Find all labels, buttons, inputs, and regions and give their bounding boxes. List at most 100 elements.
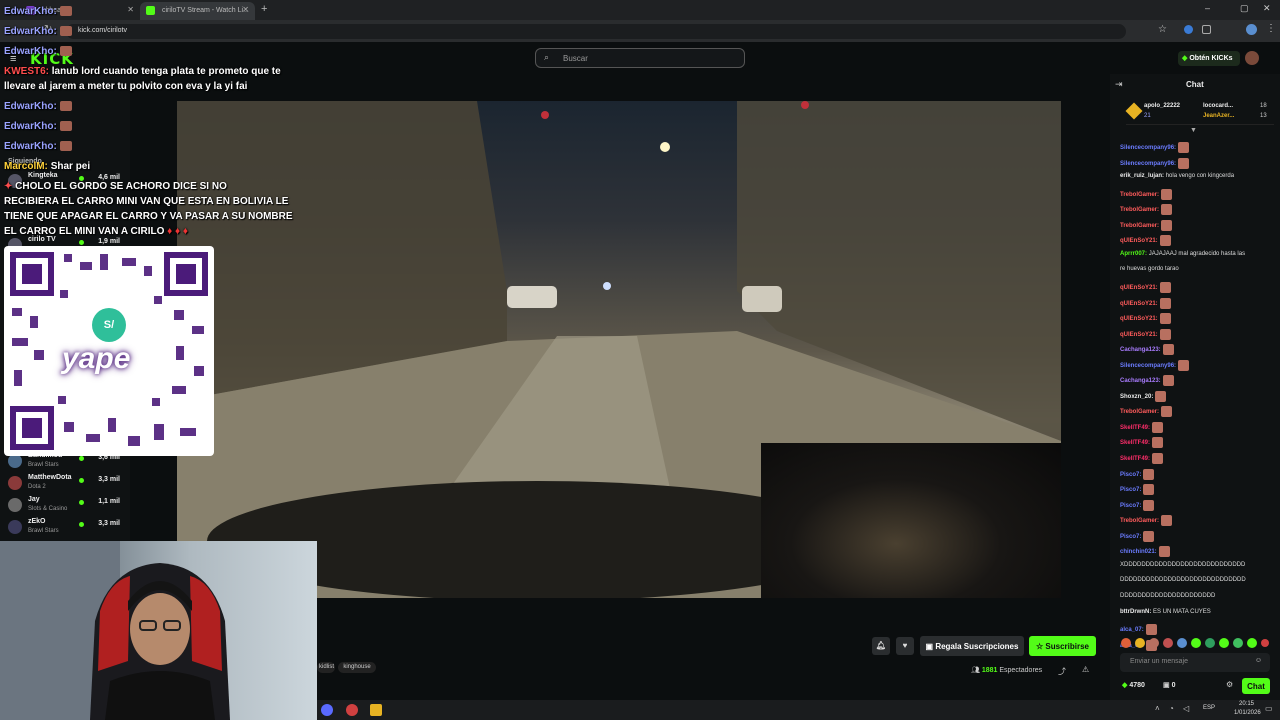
avatar	[8, 454, 22, 468]
chat-username[interactable]: SkellTF49:	[1120, 441, 1150, 447]
obs-taskbar-icon[interactable]	[346, 704, 358, 716]
chat-message: TrebolGamer:	[1120, 219, 1173, 231]
folder-taskbar-icon[interactable]	[370, 704, 382, 716]
chat-message: Cachanga123:	[1120, 344, 1174, 356]
channel-points[interactable]: ▣ 0	[1163, 681, 1175, 689]
sidebar-channel[interactable]: Jay Slots & Casino 1,1 mil	[8, 496, 128, 516]
kicks-balance[interactable]: ◆ 4780	[1122, 681, 1145, 689]
subscribe-button[interactable]: ☆ Suscribirse	[1029, 636, 1096, 656]
chat-username[interactable]: TrebolGamer:	[1120, 207, 1159, 213]
chat-settings-gear-icon[interactable]: ⚙	[1226, 680, 1233, 689]
send-chat-button[interactable]: Chat	[1242, 678, 1270, 694]
overlay-chat-line: KWEST6: lanub lord cuando tenga plata te…	[4, 66, 281, 77]
maximize-icon[interactable]: ▢	[1240, 3, 1249, 14]
volume-icon[interactable]: ◁	[1183, 704, 1189, 713]
chat-username[interactable]: SkellTF49:	[1120, 456, 1150, 462]
chat-username[interactable]: bttrDrwnN:	[1120, 609, 1151, 615]
viewer-count: 3,3 mil	[98, 476, 120, 483]
overlay-chat-line: EdwarKho:	[4, 46, 72, 57]
chat-username[interactable]: Silencecompany96:	[1120, 161, 1176, 167]
emote-icon	[1143, 499, 1155, 511]
chat-username[interactable]: TrebolGamer:	[1120, 409, 1159, 415]
chat-message: SkellTF49:	[1120, 421, 1164, 433]
window-close-icon[interactable]: ✕	[1263, 3, 1271, 14]
report-icon[interactable]: ⚠	[1082, 665, 1089, 674]
chat-message: Aprrr007: JAJAJAAJ mal agradecido hasta …	[1120, 251, 1245, 257]
follow-heart-button[interactable]: ♥	[896, 637, 914, 655]
overlay-chat-line: EL CARRO EL MINI VAN A CIRILO ♦ ♦ ♦	[4, 226, 189, 237]
chat-username[interactable]: qUIEnSoY21:	[1120, 332, 1158, 338]
share-icon[interactable]: ⤴	[1058, 666, 1066, 677]
chat-message: qUIEnSoY21:	[1120, 297, 1171, 309]
chat-username[interactable]: qUIEnSoY21:	[1120, 316, 1158, 322]
stream-tag[interactable]: kinghouse	[338, 662, 376, 673]
live-dot	[79, 500, 84, 505]
emote-bar[interactable]	[1120, 636, 1270, 648]
live-dot	[79, 522, 84, 527]
chat-username[interactable]: TrebolGamer:	[1120, 192, 1159, 198]
profile-avatar[interactable]	[1246, 24, 1257, 35]
stream-tag[interactable]: kidlist	[317, 662, 335, 673]
close-icon[interactable]: ✕	[242, 5, 249, 14]
sidebar-channel[interactable]: zEkO Brawl Stars 3,3 mil	[8, 518, 128, 538]
chat-message: TrebolGamer:	[1120, 406, 1173, 418]
chat-username[interactable]: TrebolGamer:	[1120, 223, 1159, 229]
chat-username[interactable]: alca_07:	[1120, 627, 1144, 633]
chat-username[interactable]: Shoxzn_20:	[1120, 394, 1153, 400]
chat-username[interactable]: qUIEnSoY21:	[1120, 285, 1158, 291]
input-language[interactable]: ESP	[1203, 705, 1215, 711]
url-field[interactable]: kick.com/cirilotv	[66, 24, 1126, 39]
chat-message-input[interactable]: Enviar un mensaje ☺	[1120, 653, 1270, 672]
bookmark-star-icon[interactable]: ☆	[1158, 24, 1167, 35]
chat-message: qUIEnSoY21:	[1120, 235, 1171, 247]
overlay-chat-line: EdwarKho:	[4, 101, 72, 112]
user-avatar[interactable]	[1245, 51, 1259, 65]
chat-username[interactable]: Silencecompany96:	[1120, 363, 1176, 369]
chat-username[interactable]: erik_ruiz_lujan:	[1120, 173, 1164, 179]
chat-text: DDDDDDDDDDDDDDDDDDDDDD	[1120, 592, 1216, 599]
emote-icon	[1161, 204, 1173, 216]
chat-message: Pisco7:	[1120, 530, 1155, 542]
sidebar-channel[interactable]: MatthewDota Dota 2 3,3 mil	[8, 474, 128, 494]
chat-text: DDDDDDDDDDDDDDDDDDDDDDDDDDDDD	[1120, 577, 1246, 584]
streamer-webcam	[0, 541, 317, 720]
wifi-icon[interactable]: ◔	[1169, 704, 1174, 713]
chat-username[interactable]: Aprrr007:	[1120, 251, 1147, 257]
emoji-icon[interactable]: ☺	[1255, 657, 1262, 664]
chat-message: qUIEnSoY21:	[1120, 281, 1171, 293]
chat-username[interactable]: Cachanga123:	[1120, 378, 1161, 384]
chat-username[interactable]: Pisco7:	[1120, 503, 1141, 509]
chat-username[interactable]: SkellTF49:	[1120, 425, 1150, 431]
chat-message: SkellTF49:	[1120, 437, 1164, 449]
chat-username[interactable]: Pisco7:	[1120, 472, 1141, 478]
tray-arrow-icon[interactable]: ˄	[1155, 704, 1160, 713]
get-kicks-button[interactable]: ◆ Obtén KICKs	[1178, 51, 1240, 66]
chat-username[interactable]: chinchin021:	[1120, 549, 1157, 555]
collapse-chat-icon[interactable]: ⇥	[1115, 79, 1123, 90]
browser-menu-icon[interactable]: ⋮	[1266, 23, 1276, 34]
notifications-icon[interactable]: ▭	[1265, 704, 1273, 713]
gift-subscriptions-button[interactable]: ▣ Regala Suscripciones	[920, 636, 1024, 656]
minimize-icon[interactable]: –	[1205, 3, 1210, 13]
search-input[interactable]: ⌕ Buscar	[535, 48, 745, 68]
notifications-bell-button[interactable]: 🔔︎	[872, 637, 890, 655]
gifter-name: lococard...	[1203, 103, 1234, 109]
chat-username[interactable]: Silencecompany96:	[1120, 145, 1176, 151]
discord-taskbar-icon[interactable]	[321, 704, 333, 716]
extensions-puzzle-icon[interactable]	[1202, 25, 1211, 34]
chat-username[interactable]: TrebolGamer:	[1120, 518, 1159, 524]
clock-time[interactable]: 20:15	[1239, 701, 1254, 707]
chat-username[interactable]: qUIEnSoY21:	[1120, 301, 1158, 307]
chat-message: Pisco7:	[1120, 468, 1155, 480]
chat-username[interactable]: Pisco7:	[1120, 487, 1141, 493]
chat-username[interactable]: qUIEnSoY21:	[1120, 238, 1158, 244]
extension-icon[interactable]	[1184, 25, 1193, 34]
close-icon[interactable]: ✕	[127, 5, 134, 14]
new-tab-icon[interactable]: +	[261, 3, 267, 15]
tab-cirilotv[interactable]: ciriloTV Stream - Watch Li... ✕	[140, 2, 255, 20]
chat-username[interactable]: Pisco7:	[1120, 534, 1141, 540]
scroll-down-icon[interactable]: ▼	[1190, 127, 1197, 134]
clock-date[interactable]: 1/01/2026	[1234, 710, 1261, 716]
chat-username[interactable]: Cachanga123:	[1120, 347, 1161, 353]
emote-icon	[1161, 515, 1173, 527]
